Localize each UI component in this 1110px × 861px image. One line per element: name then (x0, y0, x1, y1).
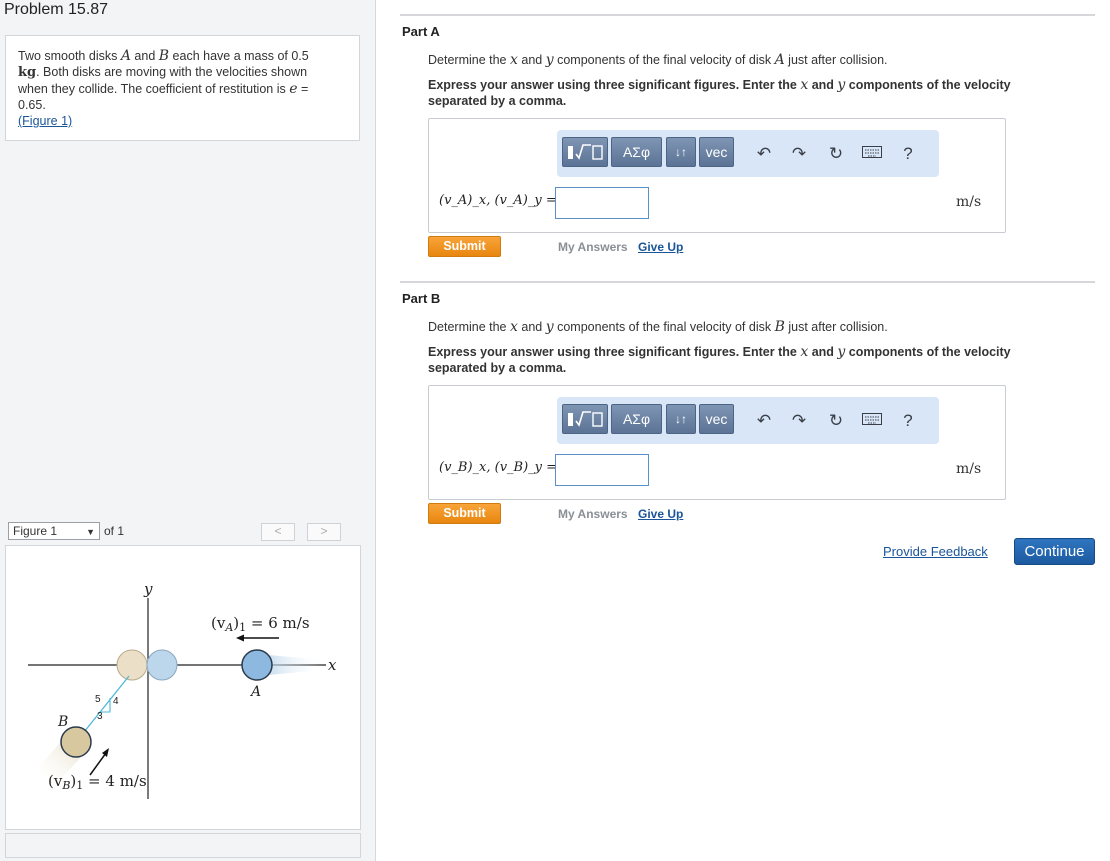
problem-text: Two smooth disks (18, 49, 121, 63)
dropdown-arrow-icon: ▼ (86, 527, 95, 537)
part-b-answer-box: ΑΣφ ↓↑ vec ↶ ↷ ↻ ? (v_B)_x, (v_B)_y = m/… (428, 385, 1006, 500)
fraction-root-icon (568, 144, 603, 160)
velocity-b-arrowhead (102, 748, 109, 757)
figure-select[interactable]: Figure 1 ▼ (8, 522, 100, 540)
keyboard-icon[interactable] (861, 143, 883, 165)
math-a: A (120, 48, 131, 64)
math-toolbar: ΑΣφ ↓↑ vec ↶ ↷ ↻ ? (557, 397, 939, 444)
figure-select-value: Figure 1 (13, 524, 58, 538)
keyboard-icon[interactable] (861, 410, 883, 432)
help-icon[interactable]: ? (897, 410, 919, 432)
template-button[interactable] (562, 404, 608, 434)
problem-statement: Two smooth disks A and B each have a mas… (5, 35, 360, 141)
problem-text: = (297, 82, 309, 96)
x-axis-label: x (328, 656, 337, 674)
template-button[interactable] (562, 137, 608, 167)
math-b: B (158, 48, 170, 64)
fraction-root-icon (568, 411, 603, 427)
slope-label-5: 5 (95, 694, 101, 705)
part-b-question: Determine the x and y components of the … (428, 319, 888, 335)
math-e: e (289, 81, 298, 97)
unit-kg: kg (18, 65, 37, 80)
slope-label-4: 4 (113, 696, 119, 707)
answer-input[interactable] (555, 187, 649, 219)
problem-title: Problem 15.87 (4, 1, 109, 18)
slope-label-3: 3 (97, 711, 103, 722)
part-a-answer-box: ΑΣφ ↓↑ vec ↶ ↷ ↻ ? (v_A)_x, (v_A)_y = m/… (428, 118, 1006, 233)
part-b-title: Part B (402, 291, 441, 306)
part-a-instructions: Express your answer using three signific… (428, 77, 1011, 108)
help-icon[interactable]: ? (897, 143, 919, 165)
submit-button[interactable]: Submit (428, 503, 501, 524)
disk-b-impact-ghost (116, 649, 148, 681)
part-a-title: Part A (402, 24, 440, 39)
part-a-question: Determine the x and y components of the … (428, 52, 888, 68)
unit-label: m/s (956, 461, 982, 477)
velocity-a-arrowhead (236, 634, 244, 642)
figure-count: of 1 (104, 524, 125, 538)
answer-label: (v_A)_x, (v_A)_y = (439, 193, 557, 208)
previous-figure-button[interactable]: < (261, 523, 295, 541)
my-answers-link[interactable]: My Answers (558, 507, 628, 521)
figure-navigation: Figure 1 ▼ of 1 < > (8, 522, 362, 542)
reset-icon[interactable]: ↻ (825, 410, 847, 432)
part-b-instructions: Express your answer using three signific… (428, 344, 1011, 375)
problem-text: and (130, 49, 159, 63)
problem-text: 0.65. (18, 98, 46, 112)
figure-footer (5, 833, 361, 858)
collision-diagram: y x (vA)1 = 6 m/s A 5 4 3 B (vB)1 = 4 m/… (28, 580, 337, 799)
greek-symbols-button[interactable]: ΑΣφ (611, 137, 662, 167)
continue-button[interactable]: Continue (1014, 538, 1095, 565)
answer-input[interactable] (555, 454, 649, 486)
answer-label: (v_B)_x, (v_B)_y = (439, 460, 558, 475)
disk-a (241, 649, 273, 681)
disk-a-impact-ghost (146, 649, 178, 681)
undo-icon[interactable]: ↶ (753, 143, 775, 165)
problem-text: . Both disks are moving with the velocit… (36, 65, 308, 79)
y-axis-label: y (143, 580, 153, 598)
left-panel: Problem 15.87 Two smooth disks A and B e… (0, 0, 376, 861)
redo-icon[interactable]: ↷ (788, 143, 810, 165)
give-up-link[interactable]: Give Up (638, 240, 683, 254)
velocity-a-label: (vA)1 = 6 m/s (211, 614, 310, 634)
figure-panel: y x (vA)1 = 6 m/s A 5 4 3 B (vB)1 = 4 m/… (5, 545, 361, 830)
disk-a-label: A (249, 684, 261, 700)
disk-b-label: B (57, 714, 68, 730)
vector-button[interactable]: vec (699, 404, 734, 434)
problem-text: when they collide. The coefficient of re… (18, 82, 290, 96)
problem-text: each have a mass of 0.5 (169, 49, 309, 63)
my-answers-link[interactable]: My Answers (558, 240, 628, 254)
unit-label: m/s (956, 194, 982, 210)
subscript-superscript-button[interactable]: ↓↑ (666, 404, 696, 434)
subscript-superscript-button[interactable]: ↓↑ (666, 137, 696, 167)
redo-icon[interactable]: ↷ (788, 410, 810, 432)
disk-b (60, 726, 92, 758)
math-toolbar: ΑΣφ ↓↑ vec ↶ ↷ ↻ ? (557, 130, 939, 177)
greek-symbols-button[interactable]: ΑΣφ (611, 404, 662, 434)
reset-icon[interactable]: ↻ (825, 143, 847, 165)
provide-feedback-link[interactable]: Provide Feedback (883, 544, 988, 559)
vector-button[interactable]: vec (699, 137, 734, 167)
next-figure-button[interactable]: > (307, 523, 341, 541)
figure-link[interactable]: (Figure 1) (18, 114, 72, 128)
undo-icon[interactable]: ↶ (753, 410, 775, 432)
give-up-link[interactable]: Give Up (638, 507, 683, 521)
submit-button[interactable]: Submit (428, 236, 501, 257)
part-b-divider (400, 281, 1095, 283)
part-a-divider (400, 14, 1095, 16)
